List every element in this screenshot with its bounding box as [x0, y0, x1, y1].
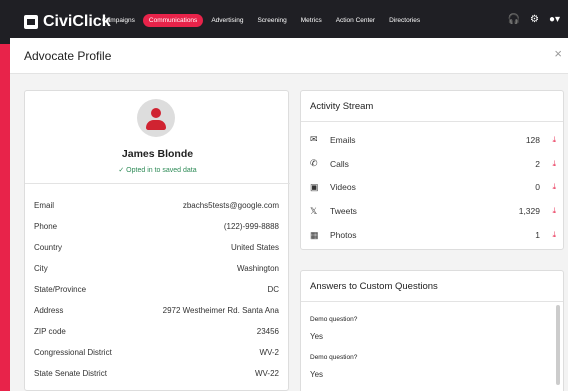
- detail-value: WV-22: [254, 369, 279, 378]
- logo-mark-icon: [24, 15, 38, 29]
- photo-icon: ▦: [310, 229, 319, 240]
- close-icon[interactable]: ×: [554, 46, 562, 61]
- activity-divider: [301, 121, 563, 122]
- activity-row-emails: ✉ Emails 128 ⤓: [310, 128, 556, 152]
- activity-label: Tweets: [330, 206, 357, 217]
- main-nav: Campaigns Communications Advertising Scr…: [96, 14, 428, 27]
- detail-value: United States: [230, 243, 279, 252]
- activity-row-photos: ▦ Photos 1 ⤓: [310, 223, 556, 247]
- detail-label: Address: [34, 306, 64, 315]
- question-label: Demo question?: [310, 354, 358, 361]
- detail-row-state: State/Province DC: [34, 279, 279, 300]
- profile-name: James Blonde: [121, 148, 194, 160]
- question-answer: Yes: [310, 370, 324, 379]
- detail-label: Country: [34, 243, 63, 252]
- top-icon-group: 🎧 ⚙ ●▾: [508, 14, 560, 25]
- nav-action-center[interactable]: Action Center: [330, 14, 381, 27]
- detail-row-zip: ZIP code 23456: [34, 321, 279, 342]
- questions-list: Demo question? Yes Demo question? Yes: [310, 313, 550, 389]
- gear-icon[interactable]: ⚙: [530, 14, 539, 25]
- activity-list: ✉ Emails 128 ⤓ ✆ Calls 2 ⤓ ▣ Videos 0 ⤓ …: [310, 128, 556, 247]
- headset-icon[interactable]: 🎧: [508, 14, 520, 25]
- activity-row-videos: ▣ Videos 0 ⤓: [310, 176, 556, 200]
- detail-label: Congressional District: [34, 348, 112, 357]
- detail-row-phone: Phone (122)-999-8888: [34, 216, 279, 237]
- envelope-icon: ✉: [310, 134, 318, 145]
- detail-label: State/Province: [34, 285, 87, 294]
- activity-count: 128: [525, 134, 540, 145]
- nav-advertising[interactable]: Advertising: [205, 14, 249, 27]
- detail-value: 23456: [256, 327, 279, 336]
- question-label: Demo question?: [310, 316, 358, 323]
- nav-directories[interactable]: Directories: [383, 14, 426, 27]
- question-answer: Yes: [310, 332, 324, 341]
- download-icon[interactable]: ⤓: [542, 159, 556, 169]
- nav-screening[interactable]: Screening: [251, 14, 292, 27]
- activity-stream-title: Activity Stream: [310, 101, 374, 112]
- nav-campaigns[interactable]: Campaigns: [96, 14, 141, 27]
- profile-divider: [25, 183, 290, 184]
- detail-row-country: Country United States: [34, 237, 279, 258]
- phone-icon: ✆: [310, 158, 318, 169]
- scrollbar-thumb[interactable]: [556, 305, 560, 385]
- detail-label: Phone: [34, 222, 58, 231]
- download-icon[interactable]: ⤓: [542, 206, 556, 216]
- detail-row-state-senate-district: State Senate District WV-22: [34, 363, 279, 384]
- detail-row-email: Email zbachs5tests@google.com: [34, 195, 279, 216]
- video-icon: ▣: [310, 181, 319, 192]
- detail-label: Email: [34, 201, 55, 210]
- detail-label: State Senate District: [34, 369, 107, 378]
- detail-label: City: [34, 264, 48, 273]
- questions-divider: [301, 301, 563, 302]
- nav-communications[interactable]: Communications: [142, 14, 204, 27]
- activity-row-calls: ✆ Calls 2 ⤓: [310, 152, 556, 176]
- activity-label: Photos: [330, 230, 357, 241]
- detail-value: zbachs5tests@google.com: [182, 201, 279, 210]
- activity-stream-card: Activity Stream ✉ Emails 128 ⤓ ✆ Calls 2…: [300, 90, 564, 250]
- profile-card: James Blonde ✓ Opted in to saved data Em…: [24, 90, 290, 391]
- download-icon[interactable]: ⤓: [542, 135, 556, 145]
- profile-details: Email zbachs5tests@google.com Phone (122)-…: [34, 195, 279, 384]
- x-icon: 𝕏: [310, 205, 318, 216]
- detail-row-city: City Washington: [34, 258, 279, 279]
- activity-label: Videos: [330, 182, 356, 193]
- detail-value: Washington: [237, 264, 279, 273]
- activity-label: Emails: [330, 134, 356, 145]
- nav-metrics[interactable]: Metrics: [295, 14, 328, 27]
- download-icon[interactable]: ⤓: [542, 182, 556, 192]
- activity-count: 1,329: [518, 206, 540, 217]
- avatar: [137, 99, 175, 137]
- modal-header: Advocate Profile ×: [10, 38, 568, 74]
- detail-value: 2972 Westheimer Rd. Santa Ana: [162, 306, 279, 315]
- advocate-profile-modal: Advocate Profile × James Blonde ✓ Opted …: [10, 38, 568, 391]
- modal-title: Advocate Profile: [24, 49, 112, 63]
- detail-row-congressional-district: Congressional District WV-2: [34, 342, 279, 363]
- detail-value: WV-2: [259, 348, 279, 357]
- activity-label: Calls: [330, 158, 349, 169]
- avatar-head-icon: [151, 108, 161, 118]
- detail-row-address: Address 2972 Westheimer Rd. Santa Ana: [34, 300, 279, 321]
- detail-value: DC: [267, 285, 279, 294]
- activity-row-tweets: 𝕏 Tweets 1,329 ⤓: [310, 199, 556, 223]
- custom-questions-title: Answers to Custom Questions: [310, 281, 438, 292]
- custom-questions-card: Answers to Custom Questions Demo questio…: [300, 270, 564, 391]
- activity-count: 2: [535, 158, 540, 169]
- download-icon[interactable]: ⤓: [542, 230, 556, 240]
- detail-value: (122)-999-8888: [223, 222, 279, 231]
- detail-label: ZIP code: [34, 327, 66, 336]
- account-menu-icon[interactable]: ●▾: [549, 14, 560, 25]
- activity-count: 0: [535, 182, 540, 193]
- activity-count: 1: [535, 230, 540, 241]
- opt-in-status: ✓ Opted in to saved data: [118, 167, 197, 174]
- avatar-body-icon: [146, 120, 166, 130]
